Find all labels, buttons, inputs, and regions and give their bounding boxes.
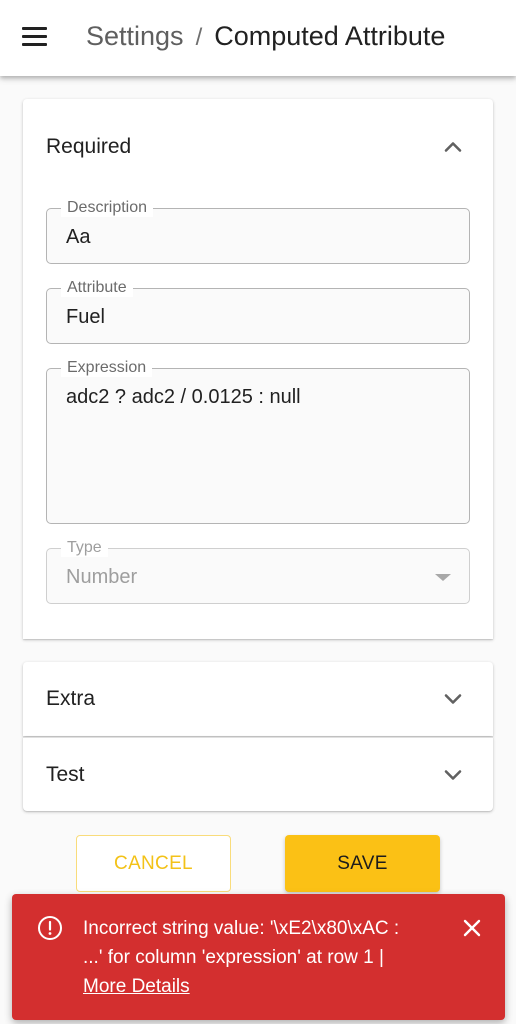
- description-field-value[interactable]: Aa: [66, 225, 90, 249]
- breadcrumb: Settings / Computed Attribute: [86, 18, 445, 56]
- hamburger-menu-icon[interactable]: [14, 18, 54, 58]
- breadcrumb-separator: /: [195, 24, 203, 51]
- chevron-down-icon[interactable]: [441, 763, 465, 787]
- error-outline-icon: [37, 915, 63, 941]
- attribute-field-label: Attribute: [61, 279, 133, 297]
- test-panel-header[interactable]: Test: [23, 738, 493, 812]
- cancel-button[interactable]: CANCEL: [76, 835, 231, 892]
- error-message-line-1: Incorrect string value: '\xE2\x80\xAC :: [83, 918, 400, 939]
- required-panel-header[interactable]: Required: [23, 99, 493, 195]
- dropdown-arrow-icon: [435, 574, 451, 581]
- required-panel-title: Required: [46, 135, 132, 158]
- error-snackbar: Incorrect string value: '\xE2\x80\xAC : …: [12, 894, 505, 1020]
- expression-field-label: Expression: [61, 359, 153, 377]
- test-panel-title: Test: [46, 763, 85, 786]
- expression-field-value[interactable]: adc2 ? adc2 / 0.0125 : null: [66, 385, 301, 409]
- type-select-value: Number: [66, 566, 138, 588]
- extra-panel-header[interactable]: Extra: [23, 662, 493, 736]
- more-details-link[interactable]: More Details: [83, 976, 190, 997]
- description-field-label: Description: [61, 199, 154, 217]
- chevron-up-icon[interactable]: [441, 135, 465, 159]
- expression-field[interactable]: Expression adc2 ? adc2 / 0.0125 : null: [46, 359, 470, 524]
- required-panel: Required Description Aa Attribute Fuel E…: [23, 99, 493, 639]
- error-message-line-2: ...' for column 'expression' at row 1 |: [83, 947, 384, 968]
- app-bar: Settings / Computed Attribute: [0, 0, 516, 76]
- page-title: Computed Attribute: [214, 21, 446, 51]
- type-select[interactable]: Type Number: [46, 539, 470, 604]
- save-button[interactable]: SAVE: [285, 835, 440, 892]
- attribute-field[interactable]: Attribute Fuel: [46, 279, 470, 344]
- attribute-field-value[interactable]: Fuel: [66, 305, 105, 329]
- chevron-down-icon[interactable]: [441, 687, 465, 711]
- close-icon[interactable]: [459, 915, 485, 941]
- test-panel: Test: [23, 737, 493, 811]
- extra-panel-title: Extra: [46, 687, 96, 710]
- breadcrumb-settings-link[interactable]: Settings: [86, 21, 184, 51]
- extra-panel: Extra: [23, 662, 493, 736]
- error-message: Incorrect string value: '\xE2\x80\xAC : …: [83, 914, 443, 1001]
- description-field[interactable]: Description Aa: [46, 199, 470, 264]
- type-select-label: Type: [61, 539, 108, 557]
